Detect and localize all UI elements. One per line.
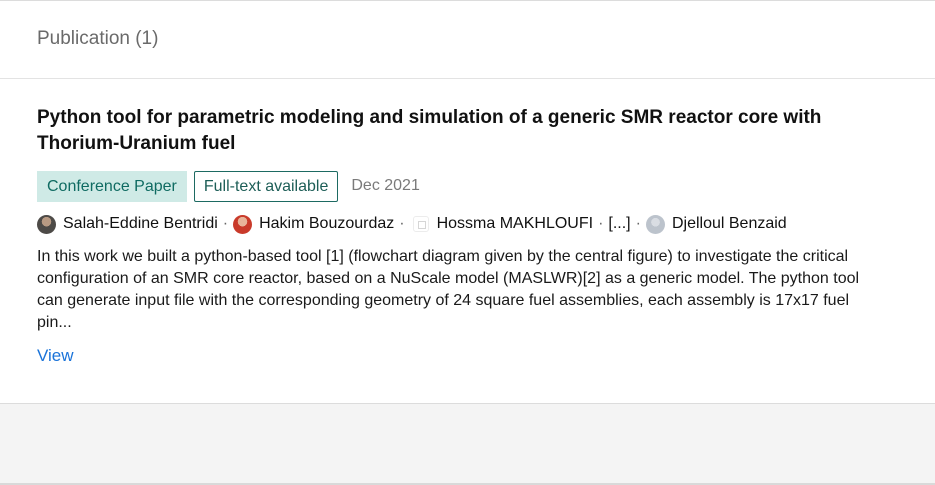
author-name: Djelloul Benzaid bbox=[671, 215, 787, 232]
author-link[interactable]: Salah-Eddine Bentridi bbox=[37, 214, 218, 234]
author-list: Salah-Eddine Bentridi · Hakim Bouzourdaz… bbox=[37, 211, 898, 237]
author-avatar bbox=[233, 214, 253, 234]
author-link[interactable]: Hossma MAKHLOUFI bbox=[410, 215, 593, 233]
view-link[interactable]: View bbox=[37, 346, 74, 366]
author-name: Salah-Eddine Bentridi bbox=[63, 215, 218, 232]
author-avatar bbox=[37, 214, 56, 234]
publication-date: Dec 2021 bbox=[351, 177, 420, 194]
default-avatar-icon bbox=[645, 214, 665, 234]
page-background bbox=[0, 404, 935, 485]
placeholder-avatar-icon bbox=[412, 216, 429, 232]
author-link[interactable]: Hakim Bouzourdaz bbox=[233, 214, 395, 234]
section-header: Publication (1) bbox=[0, 1, 935, 79]
more-authors-button[interactable]: [...] bbox=[608, 215, 630, 233]
author-separator: · bbox=[635, 215, 641, 232]
author-link[interactable]: Djelloul Benzaid bbox=[645, 214, 787, 234]
publication-abstract: In this work we built a python-based too… bbox=[37, 248, 860, 331]
publication-title-link[interactable]: Python tool for parametric modeling and … bbox=[37, 105, 877, 157]
author-separator: · bbox=[222, 215, 229, 232]
publication-type-badge: Conference Paper bbox=[37, 170, 187, 202]
publication-item: Python tool for parametric modeling and … bbox=[0, 79, 935, 366]
author-separator: · bbox=[598, 215, 604, 232]
publication-meta: Conference Paper Full-text available Dec… bbox=[37, 170, 898, 202]
author-name: Hossma MAKHLOUFI bbox=[436, 215, 594, 232]
author-separator: · bbox=[399, 215, 405, 232]
section-title: Publication (1) bbox=[37, 27, 159, 49]
author-name: Hakim Bouzourdaz bbox=[259, 215, 395, 232]
fulltext-available-badge: Full-text available bbox=[193, 170, 339, 202]
publications-card: Publication (1) Python tool for parametr… bbox=[0, 0, 935, 404]
